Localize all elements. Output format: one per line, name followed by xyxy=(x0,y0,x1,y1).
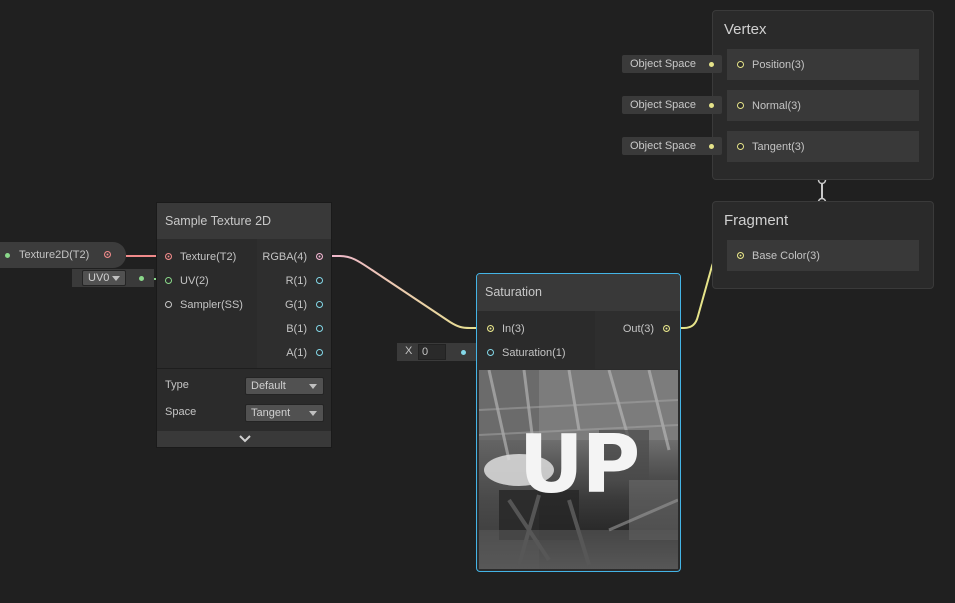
saturation-value-tag[interactable]: X 0 xyxy=(397,343,477,361)
b-output-label: B(1) xyxy=(286,323,307,335)
saturation-value-text: 0 xyxy=(422,346,429,358)
texture-property-port[interactable] xyxy=(104,251,111,258)
space-dropdown[interactable]: Tangent xyxy=(245,404,324,422)
sampler-input-label: Sampler(SS) xyxy=(180,299,243,311)
type-dropdown-arrow-icon xyxy=(309,384,317,389)
r-output-label: R(1) xyxy=(285,275,307,287)
position-space-label: Object Space xyxy=(630,58,697,70)
sampler-input-port[interactable] xyxy=(165,301,172,308)
fragment-title: Fragment xyxy=(724,212,789,229)
chevron-down-icon xyxy=(239,435,251,443)
a-output-label: A(1) xyxy=(286,347,307,359)
sample-texture-2d-node[interactable]: Sample Texture 2D Texture(T2) UV(2) Samp… xyxy=(156,202,332,448)
vertex-slot-tangent[interactable]: Tangent(3) xyxy=(727,131,919,162)
uv-input-tag[interactable]: UV0 xyxy=(72,269,154,287)
fragment-slot-basecolor[interactable]: Base Color(3) xyxy=(727,240,919,271)
tangent-space-dot xyxy=(709,144,714,149)
uv-input-label: UV(2) xyxy=(180,275,209,287)
vertex-slot-normal[interactable]: Normal(3) xyxy=(727,90,919,121)
sample-preview-toggle[interactable] xyxy=(157,431,331,447)
normal-space-tag[interactable]: Object Space xyxy=(622,96,722,114)
b-output-port[interactable] xyxy=(316,325,323,332)
position-port[interactable] xyxy=(737,61,744,68)
saturation-axis-label: X xyxy=(405,345,413,357)
saturation-value-dot xyxy=(461,350,466,355)
position-space-dot xyxy=(709,62,714,67)
saturation-input-panel xyxy=(477,311,595,369)
r-output-port[interactable] xyxy=(316,277,323,284)
preview-text: UP xyxy=(518,418,641,511)
sample-texture-title: Sample Texture 2D xyxy=(157,203,331,239)
normal-space-label: Object Space xyxy=(630,99,697,111)
uv-dropdown[interactable]: UV0 xyxy=(82,270,126,286)
type-dropdown-value: Default xyxy=(251,380,286,392)
type-dropdown[interactable]: Default xyxy=(245,377,324,395)
position-label: Position(3) xyxy=(752,59,805,71)
uv-dot xyxy=(139,276,144,281)
saturation-title: Saturation xyxy=(477,274,680,311)
fragment-context[interactable]: Fragment Base Color(3) xyxy=(712,201,934,289)
saturation-input-port[interactable] xyxy=(487,349,494,356)
texture-input-port[interactable] xyxy=(165,253,172,260)
position-space-tag[interactable]: Object Space xyxy=(622,55,722,73)
space-dropdown-value: Tangent xyxy=(251,407,291,419)
out-output-label: Out(3) xyxy=(622,323,654,335)
normal-port[interactable] xyxy=(737,102,744,109)
sample-settings-divider xyxy=(157,368,331,369)
basecolor-label: Base Color(3) xyxy=(752,250,820,262)
space-label: Space xyxy=(165,406,197,418)
tangent-port[interactable] xyxy=(737,143,744,150)
vertex-context[interactable]: Vertex Position(3) Normal(3) Tangent(3) xyxy=(712,10,934,180)
rgba-output-port[interactable] xyxy=(316,253,323,260)
texture-input-label: Texture(T2) xyxy=(180,251,237,263)
vertex-slot-position[interactable]: Position(3) xyxy=(727,49,919,80)
basecolor-port[interactable] xyxy=(737,252,744,259)
wire-rgba-to-in[interactable] xyxy=(320,255,490,329)
saturation-input-label: Saturation(1) xyxy=(502,347,566,359)
vertex-title: Vertex xyxy=(724,21,767,38)
saturation-value-field[interactable]: 0 xyxy=(418,344,446,360)
out-output-port[interactable] xyxy=(663,325,670,332)
type-label: Type xyxy=(165,379,189,391)
in-input-port[interactable] xyxy=(487,325,494,332)
uv-dropdown-value: UV0 xyxy=(88,272,110,284)
tangent-label: Tangent(3) xyxy=(752,141,805,153)
normal-label: Normal(3) xyxy=(752,100,801,112)
space-dropdown-arrow-icon xyxy=(309,411,317,416)
uv-dropdown-arrow-icon xyxy=(112,276,120,281)
saturation-node[interactable]: Saturation In(3) Saturation(1) Out(3) UP xyxy=(476,273,681,572)
saturation-preview: UP xyxy=(479,370,678,569)
tangent-space-tag[interactable]: Object Space xyxy=(622,137,722,155)
normal-space-dot xyxy=(709,103,714,108)
a-output-port[interactable] xyxy=(316,349,323,356)
saturation-output-panel xyxy=(595,311,680,369)
texture-property-label: Texture2D(T2) xyxy=(19,249,90,261)
texture-property-node[interactable]: Texture2D(T2) xyxy=(0,242,126,268)
in-input-label: In(3) xyxy=(502,323,525,335)
tangent-space-label: Object Space xyxy=(630,140,697,152)
rgba-output-label: RGBA(4) xyxy=(262,251,307,263)
uv-input-port[interactable] xyxy=(165,277,172,284)
property-exposed-dot xyxy=(5,253,10,258)
g-output-port[interactable] xyxy=(316,301,323,308)
g-output-label: G(1) xyxy=(285,299,307,311)
